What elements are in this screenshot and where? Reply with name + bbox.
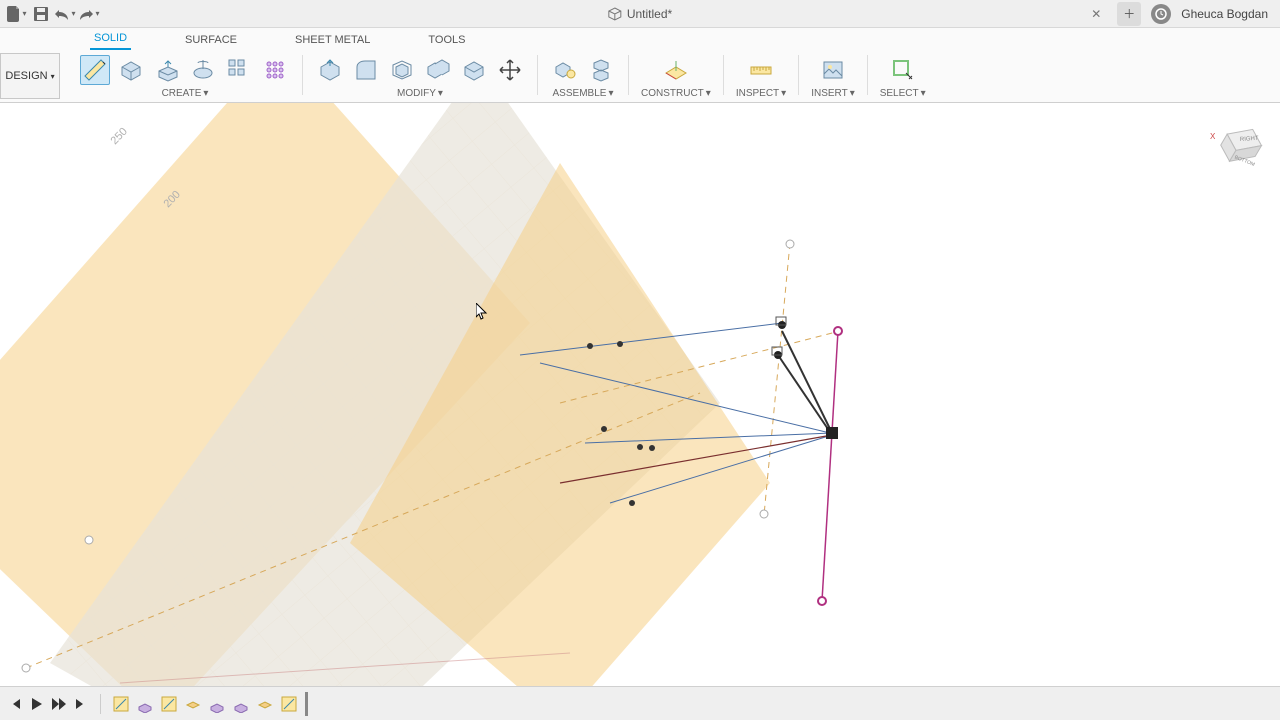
separator <box>798 55 799 95</box>
insert-decal-button[interactable] <box>818 55 848 85</box>
new-tab-button[interactable]: ＋ <box>1117 2 1141 26</box>
as-built-joint-button[interactable] <box>586 55 616 85</box>
dimension-250: 250 <box>109 126 130 148</box>
group-create-label[interactable]: CREATE▾ <box>162 88 209 99</box>
group-inspect: INSPECT▾ <box>726 53 796 99</box>
extrude-button[interactable] <box>152 55 182 85</box>
notifications-button[interactable] <box>1151 4 1171 24</box>
ribbon-tabs: SOLID SURFACE SHEET METAL TOOLS <box>0 28 1280 50</box>
tab-close-button[interactable]: ✕ <box>1085 3 1107 25</box>
timeline-item[interactable] <box>255 694 275 714</box>
caret-down-icon: ▾ <box>921 88 926 99</box>
separator <box>100 694 101 714</box>
caret-down-icon: ▾ <box>706 88 711 99</box>
save-button[interactable] <box>30 3 52 25</box>
caret-down-icon: ▾ <box>51 72 55 81</box>
separator <box>537 55 538 95</box>
construct-plane-button[interactable] <box>661 55 691 85</box>
group-construct-label[interactable]: CONSTRUCT▾ <box>641 88 711 99</box>
ribbon: DESIGN ▾ CREATE▾ <box>0 50 1280 103</box>
separator <box>723 55 724 95</box>
group-assemble-label[interactable]: ASSEMBLE▾ <box>553 88 614 99</box>
joint-button[interactable] <box>550 55 580 85</box>
separator <box>628 55 629 95</box>
group-construct: CONSTRUCT▾ <box>631 53 721 99</box>
caret-down-icon: ▾ <box>608 88 613 99</box>
tab-surface[interactable]: SURFACE <box>181 31 241 50</box>
viewcube[interactable]: RIGHT BOTTOM X <box>1210 111 1270 171</box>
create-sketch-button[interactable] <box>80 55 110 85</box>
document-title-text: Untitled* <box>627 7 672 21</box>
viewport-canvas[interactable]: 250 200 <box>0 103 1280 686</box>
svg-text:X: X <box>1210 132 1216 141</box>
group-create: CREATE▾ <box>70 53 300 99</box>
separator <box>302 55 303 95</box>
caret-down-icon: ▾ <box>203 88 208 99</box>
user-name[interactable]: Gheuca Bogdan <box>1181 7 1274 21</box>
timeline-marker[interactable] <box>305 692 308 716</box>
press-pull-button[interactable] <box>315 55 345 85</box>
timeline-item[interactable] <box>159 694 179 714</box>
caret-down-icon: ▾ <box>95 9 99 18</box>
file-menu-button[interactable]: ▾ <box>6 3 28 25</box>
timeline-item[interactable] <box>279 694 299 714</box>
cube-icon <box>608 7 622 21</box>
group-assemble: ASSEMBLE▾ <box>540 53 626 99</box>
workspace-label: DESIGN <box>5 70 47 82</box>
timeline-item[interactable] <box>231 694 251 714</box>
quick-access-toolbar: ▾ ▾ ▾ Untitled* ✕ ＋ Gheuca Bogdan <box>0 0 1280 28</box>
group-insert: INSERT▾ <box>801 53 865 99</box>
shell-button[interactable] <box>387 55 417 85</box>
group-select: SELECT▾ <box>870 53 936 99</box>
new-component-button[interactable] <box>116 55 146 85</box>
group-inspect-label[interactable]: INSPECT▾ <box>736 88 786 99</box>
workspace-switcher[interactable]: DESIGN ▾ <box>0 53 60 99</box>
timeline-step-button[interactable] <box>50 695 68 713</box>
tab-sheet-metal[interactable]: SHEET METAL <box>291 31 374 50</box>
group-insert-label[interactable]: INSERT▾ <box>811 88 855 99</box>
tab-solid[interactable]: SOLID <box>90 29 131 50</box>
timeline-item[interactable] <box>207 694 227 714</box>
caret-down-icon: ▾ <box>438 88 443 99</box>
caret-down-icon: ▾ <box>22 9 26 18</box>
timeline-item[interactable] <box>135 694 155 714</box>
timeline-item[interactable] <box>183 694 203 714</box>
fillet-button[interactable] <box>351 55 381 85</box>
measure-button[interactable] <box>746 55 776 85</box>
undo-button[interactable]: ▾ <box>54 3 76 25</box>
caret-down-icon: ▾ <box>781 88 786 99</box>
document-title: Untitled* <box>608 7 672 21</box>
group-select-label[interactable]: SELECT▾ <box>880 88 926 99</box>
select-button[interactable] <box>888 55 918 85</box>
separator <box>867 55 868 95</box>
timeline-play-button[interactable] <box>28 695 46 713</box>
timeline-end-button[interactable] <box>72 695 90 713</box>
revolve-button[interactable] <box>188 55 218 85</box>
group-modify: MODIFY▾ <box>305 53 535 99</box>
pattern-button[interactable] <box>224 55 254 85</box>
align-button[interactable] <box>459 55 489 85</box>
model-svg: 250 200 <box>0 103 1280 686</box>
group-modify-label[interactable]: MODIFY▾ <box>397 88 443 99</box>
caret-down-icon: ▾ <box>71 9 75 18</box>
box-button[interactable] <box>260 55 290 85</box>
combine-button[interactable] <box>423 55 453 85</box>
timeline <box>0 686 1280 720</box>
timeline-item[interactable] <box>111 694 131 714</box>
caret-down-icon: ▾ <box>850 88 855 99</box>
tab-tools[interactable]: TOOLS <box>424 31 469 50</box>
redo-button[interactable]: ▾ <box>78 3 100 25</box>
timeline-start-button[interactable] <box>6 695 24 713</box>
move-button[interactable] <box>495 55 525 85</box>
